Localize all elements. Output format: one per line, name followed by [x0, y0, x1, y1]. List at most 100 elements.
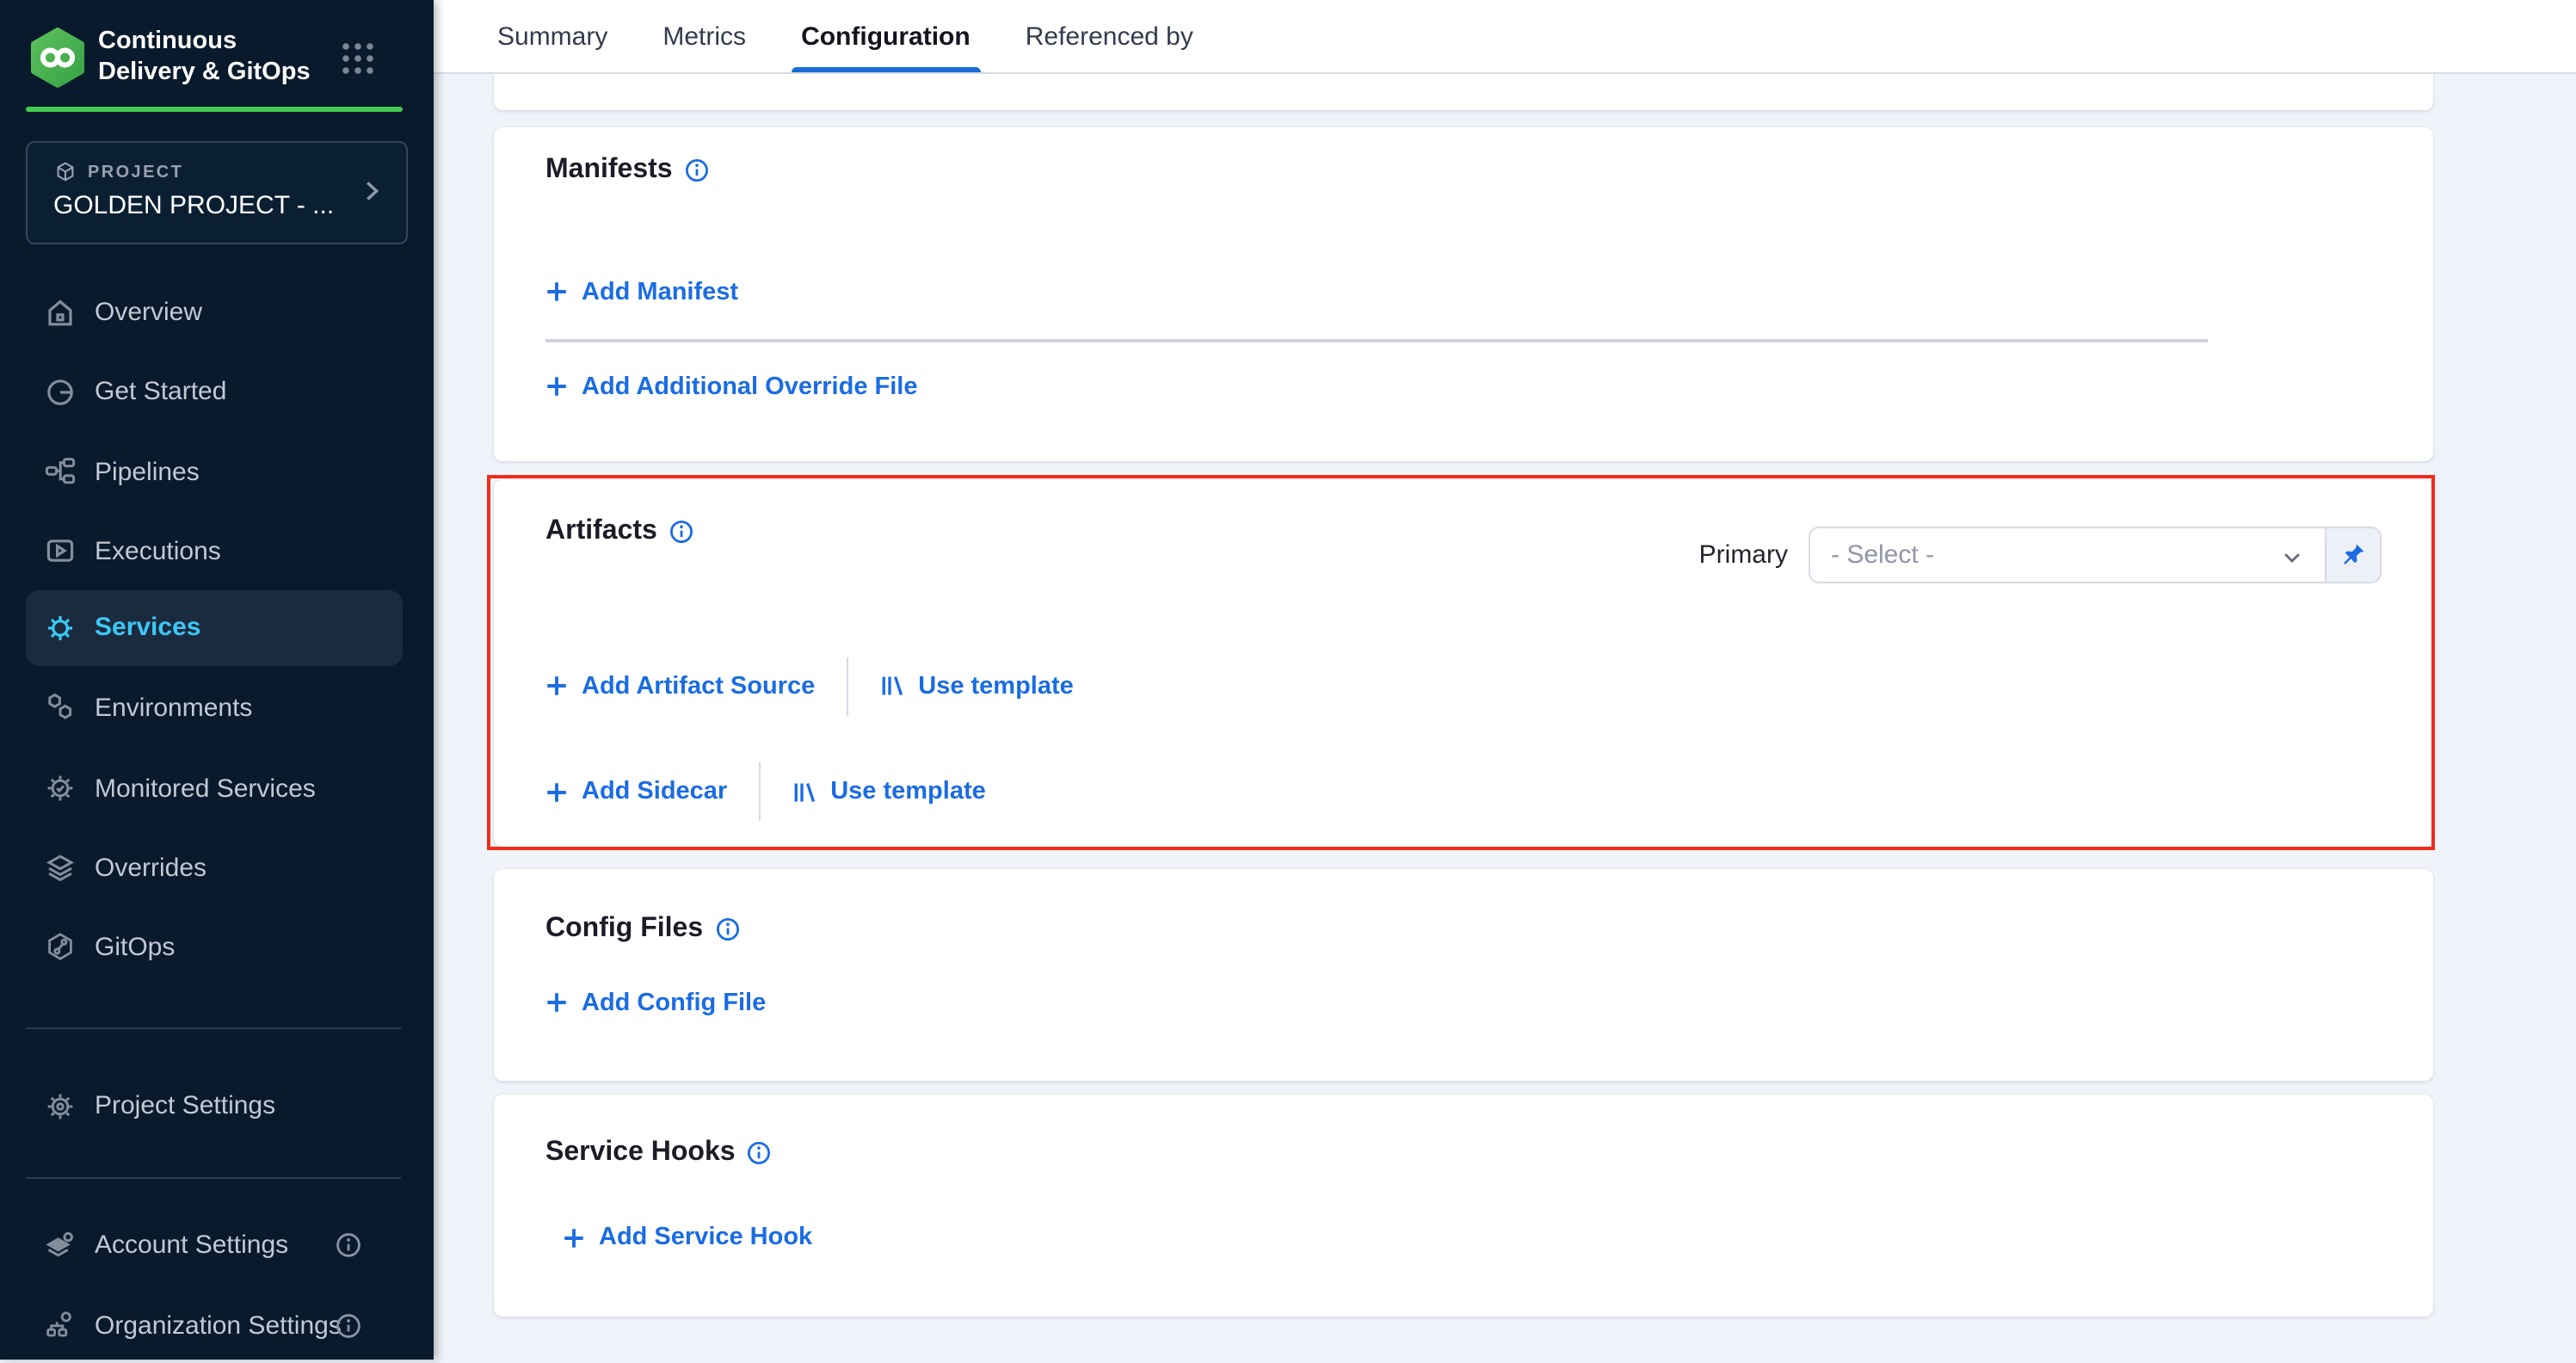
- sidebar-item-overview[interactable]: Overview: [26, 274, 403, 350]
- environments-icon: [43, 690, 77, 725]
- manifests-title-row: Manifests: [545, 155, 709, 186]
- project-label: PROJECT: [88, 163, 183, 182]
- organization-settings-icon: [43, 1308, 77, 1342]
- monitored-services-icon: [43, 771, 77, 805]
- info-icon[interactable]: [685, 158, 709, 182]
- sidebar-item-overrides[interactable]: Overrides: [26, 830, 403, 905]
- chevron-right-icon: [358, 177, 385, 205]
- pin-primary-button[interactable]: [2325, 528, 2380, 582]
- chevron-down-icon: [2280, 546, 2304, 570]
- sidebar-item-gitops[interactable]: GitOps: [26, 909, 403, 984]
- info-icon[interactable]: [748, 1141, 772, 1165]
- primary-artifact-row: Primary - Select -: [1699, 527, 2382, 583]
- plus-icon: [545, 780, 568, 803]
- manifests-title: Manifests: [545, 155, 673, 186]
- sidebar-divider: [26, 1027, 401, 1028]
- sidebar-item-label: Pipelines: [95, 457, 200, 486]
- services-gear-icon: [43, 610, 77, 644]
- sidebar-item-label: Overview: [95, 298, 202, 327]
- sidebar-item-label: GitOps: [95, 932, 175, 961]
- module-title: Continuous Delivery & GitOps: [98, 26, 322, 88]
- sidebar-item-project-settings[interactable]: Project Settings: [26, 1068, 403, 1144]
- sidebar-item-executions[interactable]: Executions: [26, 513, 403, 589]
- sidebar-item-label: Overrides: [95, 853, 206, 882]
- sidebar-item-monitored-services[interactable]: Monitored Services: [26, 750, 403, 826]
- executions-icon: [43, 533, 77, 568]
- home-icon: [43, 295, 77, 330]
- plus-icon: [545, 281, 568, 303]
- configuration-content: Manifests Add Manifest Add Additional Ov…: [434, 72, 2576, 1360]
- sidebar-item-organization-settings[interactable]: Organization Settings: [26, 1287, 403, 1363]
- sidebar-item-services[interactable]: Services: [26, 589, 403, 665]
- sidebar-item-label: Services: [95, 613, 200, 642]
- project-settings-icon: [43, 1089, 77, 1123]
- sidebar-item-account-settings[interactable]: Account Settings: [26, 1207, 403, 1283]
- info-icon[interactable]: [336, 1312, 361, 1338]
- add-sidecar-button[interactable]: Add Sidecar: [545, 778, 727, 805]
- sidebar-item-label: Account Settings: [95, 1230, 288, 1260]
- service-hooks-card: Service Hooks Add Service Hook: [494, 1095, 2433, 1317]
- sidebar-item-label: Monitored Services: [95, 774, 316, 803]
- primary-artifact-select[interactable]: - Select -: [1809, 527, 2382, 583]
- sidebar-item-label: Executions: [95, 536, 221, 565]
- template-icon: [791, 779, 817, 805]
- tab-referenced-by[interactable]: Referenced by: [1019, 0, 1200, 72]
- use-template-artifact-button[interactable]: Use template: [878, 672, 1074, 700]
- sidebar-item-label: Get Started: [95, 377, 226, 406]
- add-service-hook-button[interactable]: Add Service Hook: [563, 1224, 812, 1251]
- plus-icon: [545, 375, 568, 398]
- service-hooks-title-row: Service Hooks: [545, 1138, 772, 1169]
- config-files-card: Config Files Add Config File: [494, 868, 2433, 1080]
- pipelines-icon: [43, 454, 77, 489]
- sidebar-item-pipelines[interactable]: Pipelines: [26, 434, 403, 509]
- link-separator: [846, 657, 847, 715]
- sidebar: Continuous Delivery & GitOps PROJECT G: [0, 0, 434, 1360]
- link-separator: [758, 762, 760, 821]
- add-config-file-button[interactable]: Add Config File: [545, 989, 766, 1016]
- project-cube-icon: [53, 160, 77, 184]
- select-placeholder: - Select -: [1831, 540, 1934, 570]
- plus-icon: [545, 675, 568, 697]
- add-manifest-button[interactable]: Add Manifest: [545, 278, 738, 305]
- tab-configuration[interactable]: Configuration: [794, 0, 977, 72]
- sidebar-divider: [26, 1176, 401, 1178]
- service-hooks-title: Service Hooks: [545, 1138, 736, 1169]
- info-icon[interactable]: [715, 916, 739, 941]
- manifests-card: Manifests Add Manifest Add Additional Ov…: [494, 127, 2433, 461]
- manifests-divider: [545, 338, 2208, 342]
- config-files-title: Config Files: [545, 913, 703, 944]
- info-icon[interactable]: [336, 1232, 361, 1258]
- pin-icon: [2340, 542, 2366, 568]
- sidebar-item-get-started[interactable]: Get Started: [26, 354, 403, 429]
- get-started-icon: [43, 374, 77, 409]
- apps-grid-icon[interactable]: [339, 40, 377, 77]
- plus-icon: [563, 1226, 585, 1249]
- app-window: Continuous Delivery & GitOps PROJECT G: [0, 0, 2576, 1360]
- info-icon[interactable]: [669, 520, 693, 544]
- sidebar-item-label: Project Settings: [95, 1091, 275, 1120]
- project-name: GOLDEN PROJECT - ...: [53, 191, 334, 220]
- project-selector[interactable]: PROJECT GOLDEN PROJECT - ...: [26, 141, 408, 244]
- gitops-icon: [43, 929, 77, 964]
- sidebar-item-environments[interactable]: Environments: [26, 669, 403, 745]
- primary-label: Primary: [1699, 540, 1788, 570]
- overrides-icon: [43, 850, 77, 885]
- template-icon: [878, 673, 904, 699]
- tab-summary[interactable]: Summary: [490, 0, 614, 72]
- use-template-sidecar-button[interactable]: Use template: [791, 778, 986, 805]
- page-tabbar: Summary Metrics Configuration Referenced…: [434, 0, 2576, 74]
- tab-metrics[interactable]: Metrics: [656, 0, 753, 72]
- account-settings-icon: [43, 1228, 77, 1262]
- config-files-title-row: Config Files: [545, 913, 739, 944]
- artifacts-title: Artifacts: [545, 516, 657, 547]
- artifacts-card: Artifacts Primary - Select -: [494, 479, 2433, 847]
- add-artifact-source-button[interactable]: Add Artifact Source: [545, 672, 815, 700]
- artifacts-title-row: Artifacts: [545, 516, 693, 547]
- sidebar-item-label: Organization Settings: [95, 1311, 342, 1340]
- sidebar-item-label: Environments: [95, 693, 252, 722]
- module-header[interactable]: Continuous Delivery & GitOps: [26, 24, 408, 93]
- harness-cd-logo-icon: [29, 28, 86, 88]
- module-accent-rule: [26, 107, 403, 112]
- add-additional-override-file-button[interactable]: Add Additional Override File: [545, 373, 917, 400]
- scrolled-card-partial: [494, 74, 2433, 110]
